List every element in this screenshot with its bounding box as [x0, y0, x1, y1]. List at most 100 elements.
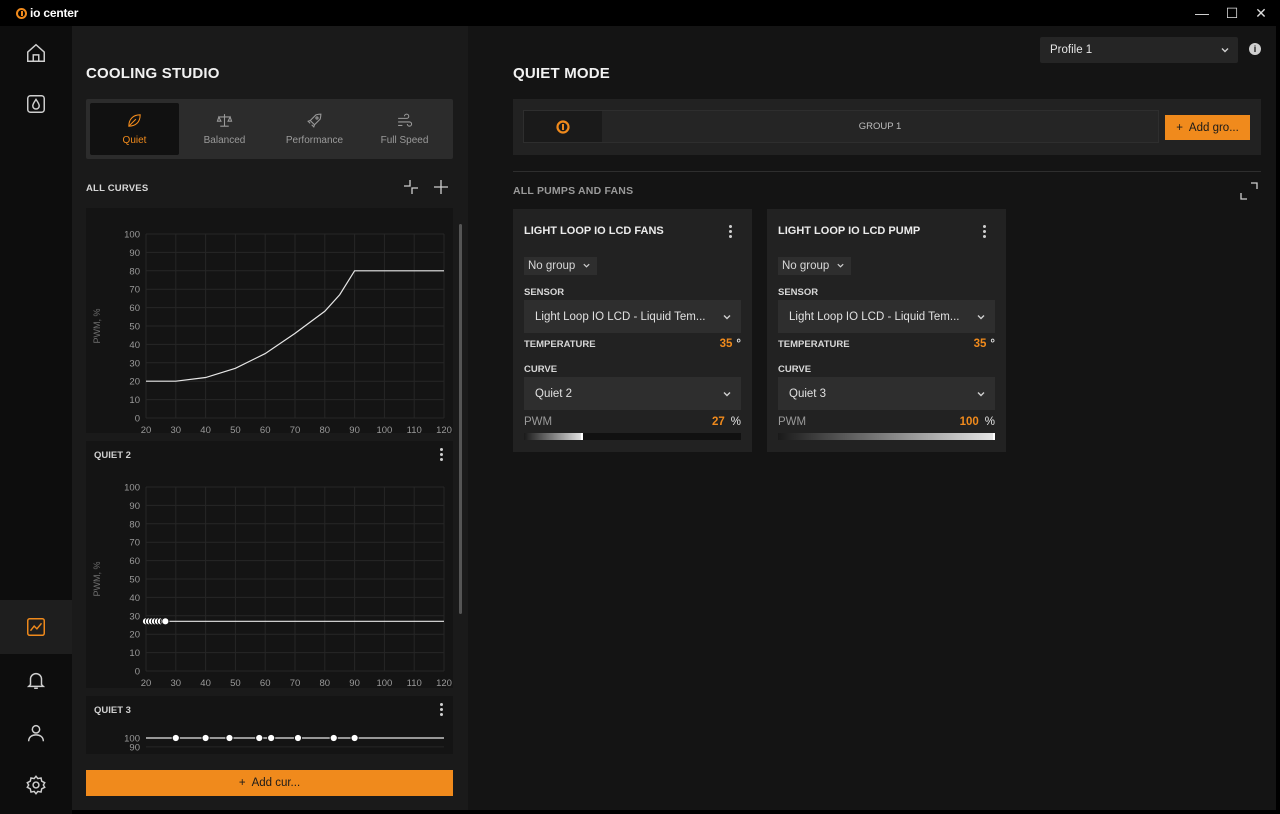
x-tick-label: 30 [171, 678, 182, 688]
curve-card-all[interactable]: 0 10 20 30 40 50 60 70 80 90 100 20 30 40 50 60 70 80 90 10… [86, 208, 453, 433]
y-tick-label: 80 [129, 519, 140, 530]
curve-chart[interactable]: 90100 [86, 696, 453, 754]
y-tick-label: 100 [124, 734, 140, 745]
sensor-label: SENSOR [524, 287, 565, 298]
x-tick-label: 80 [320, 678, 331, 688]
nav-item-settings[interactable] [0, 758, 72, 812]
curve-chart[interactable]: 0 10 20 30 40 50 60 70 80 90 100 20 30 40 50 60 70 80 90 10… [86, 208, 453, 434]
y-tick-label: 30 [129, 611, 140, 622]
sensor-select[interactable]: Light Loop IO LCD - Liquid Tem... [524, 300, 741, 333]
tab-balanced[interactable]: Balanced [180, 103, 269, 155]
x-tick-label: 70 [290, 425, 301, 433]
user-icon [27, 724, 45, 742]
scale-icon [216, 114, 233, 127]
nav-item-notifications[interactable] [0, 653, 72, 707]
add-group-label: Add gro... [1188, 121, 1239, 134]
y-tick-label: 100 [124, 230, 140, 241]
curve-select-value: Quiet 3 [789, 387, 827, 400]
chevron-down-icon [977, 392, 985, 397]
expand-icon[interactable] [1239, 181, 1259, 201]
y-tick-label: 0 [135, 414, 140, 425]
all-pumps-label: ALL PUMPS AND FANS [513, 185, 634, 197]
x-tick-label: 30 [171, 425, 182, 433]
group-bar: GROUP 1 [513, 99, 1261, 155]
temperature-value: 35 ° [719, 338, 741, 350]
x-tick-label: 50 [230, 678, 241, 688]
y-tick-label: 90 [129, 248, 140, 259]
curve-point [171, 733, 180, 743]
y-tick-label: 90 [129, 501, 140, 512]
x-tick-label: 100 [376, 425, 392, 433]
plus-icon: + [238, 777, 246, 789]
x-tick-label: 70 [290, 678, 301, 688]
gear-icon [26, 775, 46, 795]
x-tick-label: 80 [320, 425, 331, 433]
curve-point [293, 733, 303, 743]
add-curve-icon[interactable] [432, 178, 450, 196]
mode-title: QUIET MODE [513, 65, 611, 82]
tab-performance[interactable]: Performance [270, 103, 359, 155]
y-tick-label: 80 [129, 266, 140, 277]
x-tick-label: 20 [141, 678, 152, 688]
y-tick-label: 20 [129, 377, 140, 388]
temperature-value: 35 ° [973, 338, 995, 350]
y-axis-label: PWM, % [92, 562, 102, 597]
tab-quiet[interactable]: Quiet [90, 103, 179, 155]
add-curve-button[interactable]: + Add cur... [86, 770, 453, 796]
group-item[interactable]: GROUP 1 [523, 110, 1159, 143]
x-tick-label: 90 [349, 425, 360, 433]
nav-item-account[interactable] [0, 706, 72, 760]
more-options-icon[interactable] [977, 222, 991, 240]
pwm-unit: % [984, 416, 995, 428]
app-logo-text: io center [30, 6, 79, 20]
temperature-unit: ° [990, 338, 995, 350]
curve-point [161, 617, 170, 626]
nav-item-home[interactable] [0, 26, 72, 80]
profile-select[interactable]: Profile 1 [1040, 37, 1238, 63]
tab-full-speed-label: Full Speed [380, 135, 429, 146]
wind-icon [398, 113, 413, 127]
curve-card-quiet-3[interactable]: QUIET 3 90 100 [86, 696, 453, 754]
sensor-select[interactable]: Light Loop IO LCD - Liquid Tem... [778, 300, 995, 333]
device-title: LIGHT LOOP IO LCD FANS [524, 225, 664, 237]
y-tick-label: 50 [129, 575, 140, 586]
curve-card-quiet-2[interactable]: QUIET 2 0 10 20 30 40 50 60 70 80 90 100 20 30 40 50 60… [86, 441, 453, 688]
tab-balanced-label: Balanced [203, 135, 246, 146]
x-tick-label: 100 [376, 678, 392, 688]
minimize-button[interactable]: — [1193, 4, 1211, 22]
more-options-icon[interactable] [723, 222, 737, 240]
pwm-bar [524, 433, 741, 440]
info-icon[interactable]: i [1249, 43, 1261, 55]
home-icon [27, 43, 45, 62]
curve-select[interactable]: Quiet 3 [778, 377, 995, 410]
chevron-down-icon [1221, 48, 1229, 53]
y-tick-label: 10 [129, 648, 140, 659]
tab-full-speed[interactable]: Full Speed [360, 103, 449, 155]
nav-item-performance[interactable] [0, 600, 72, 654]
x-tick-label: 110 [407, 678, 422, 688]
group-select[interactable]: No group [524, 257, 598, 275]
y-axis-label: PWM, % [92, 309, 102, 344]
curve-select-value: Quiet 2 [535, 387, 573, 400]
chevron-down-icon [723, 315, 731, 320]
chevron-down-icon [583, 263, 590, 268]
pwm-label: PWM [524, 416, 553, 428]
group-label: GROUP 1 [602, 111, 1158, 142]
close-button[interactable]: ✕ [1252, 4, 1270, 22]
collapse-icon[interactable] [402, 178, 420, 196]
pwm-value: 27% [711, 416, 741, 428]
maximize-button[interactable]: ☐ [1223, 4, 1241, 22]
group-select[interactable]: No group [778, 257, 852, 275]
plus-icon: + [1176, 121, 1183, 134]
add-group-button[interactable]: + Add gro... [1165, 115, 1250, 140]
scrollbar[interactable] [459, 224, 462, 614]
chevron-down-icon [723, 392, 731, 397]
curve-chart[interactable]: 0 10 20 30 40 50 60 70 80 90 100 20 30 40 50 60 70 80 90 10… [86, 441, 453, 689]
tab-performance-label: Performance [285, 135, 344, 146]
nav-item-cooling[interactable] [0, 77, 72, 131]
curve-select[interactable]: Quiet 2 [524, 377, 741, 410]
temperature-label: TEMPERATURE [778, 339, 850, 350]
y-tick-label: 0 [135, 667, 140, 678]
title-bar: io center — ☐ ✕ [0, 0, 1280, 26]
sensor-select-value: Light Loop IO LCD - Liquid Tem... [535, 310, 706, 323]
